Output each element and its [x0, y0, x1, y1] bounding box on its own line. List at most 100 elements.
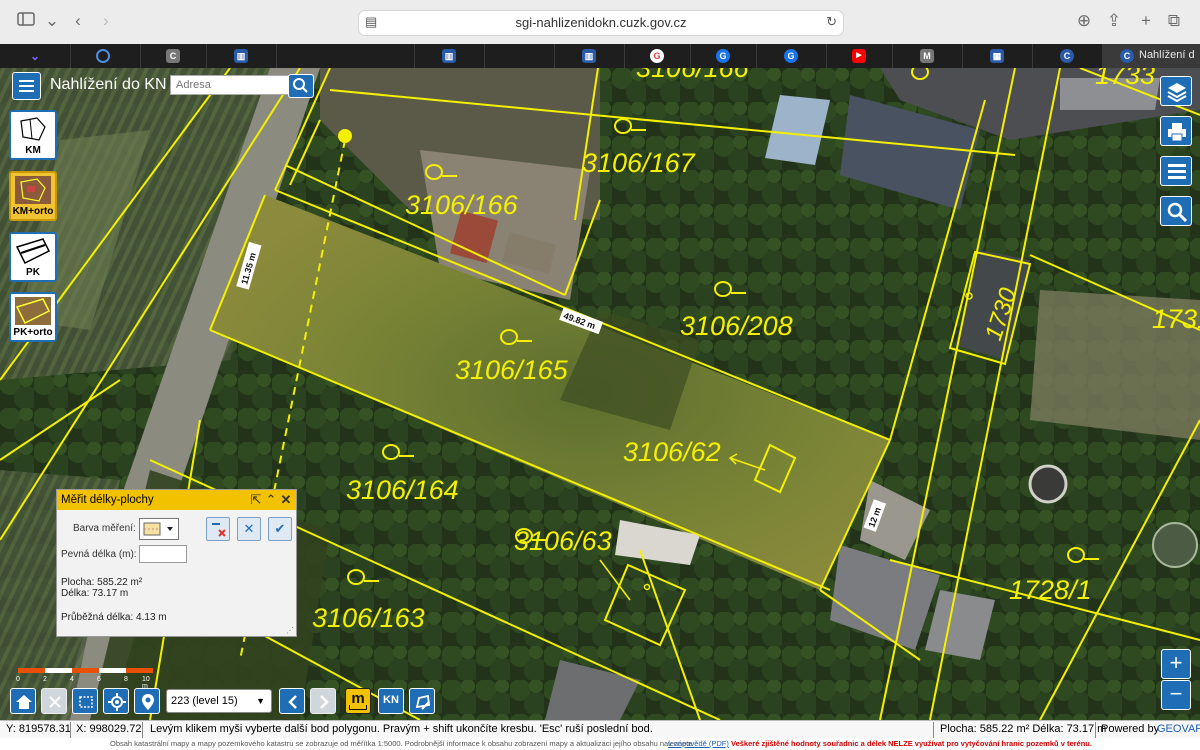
brand-link[interactable]: GEOVAP	[1157, 723, 1200, 735]
color-select[interactable]	[139, 518, 179, 540]
home-button[interactable]	[10, 688, 36, 714]
layer-km-button[interactable]: KM	[9, 110, 57, 160]
map-icon: ▦	[990, 49, 1004, 63]
layer-label: KM	[25, 145, 41, 156]
parcel-label: 3106/62	[623, 437, 721, 467]
close-icon[interactable]: ✕	[279, 492, 293, 508]
km-orto-thumbnail-icon	[15, 176, 51, 204]
search-icon	[1167, 202, 1188, 223]
draw-polygon-icon	[415, 694, 430, 710]
tab[interactable]	[70, 44, 141, 68]
layer-pk-button[interactable]: PK	[9, 232, 57, 282]
parcel-label: 3106/63	[514, 526, 612, 556]
search-button[interactable]	[288, 74, 314, 98]
tab[interactable]: C	[1032, 44, 1103, 68]
coord-x: X: 998029.72	[76, 723, 142, 735]
print-button[interactable]	[1160, 116, 1192, 146]
parcel-label: 3106/167	[582, 148, 696, 178]
zoom-out-button[interactable]: −	[1161, 680, 1191, 710]
measure-panel: Měřit délky-plochy ⇱ ⌃ ✕ Barva měření: ✕…	[56, 489, 297, 637]
layer-km-orto-button[interactable]: KM+orto	[9, 171, 57, 221]
layer-label: PK+orto	[13, 327, 53, 338]
previous-view-button[interactable]	[279, 688, 305, 714]
parcel-label: 3106/165	[455, 355, 569, 385]
tab[interactable]	[484, 44, 555, 68]
new-tab-icon[interactable]: +	[1134, 10, 1158, 32]
collapse-icon[interactable]: ⌃	[264, 492, 278, 508]
chevron-right-icon	[320, 695, 329, 709]
tab[interactable]: ▥	[206, 44, 277, 68]
zoom-in-button[interactable]: +	[1161, 649, 1191, 679]
next-view-button[interactable]	[310, 688, 336, 714]
sidebar-toggle-icon[interactable]	[14, 10, 38, 32]
g-icon: G	[716, 49, 730, 63]
area-result: Plocha: 585.22 m²	[61, 577, 143, 588]
tab[interactable]: G	[756, 44, 827, 68]
zoom-box-button[interactable]	[72, 688, 98, 714]
pk-orto-thumbnail-icon	[15, 297, 51, 325]
kn-icon: KN	[383, 694, 399, 706]
status-bar: Y: 819578.31 X: 998029.72 Levým klikem m…	[0, 720, 1200, 739]
reload-icon[interactable]: ↻	[826, 14, 837, 30]
tab[interactable]: ▥	[414, 44, 485, 68]
tab[interactable]: ⌄	[0, 44, 71, 68]
erase-icon	[212, 523, 226, 537]
forward-icon[interactable]: ›	[94, 10, 118, 32]
tab-active[interactable]: C Nahlížení d	[1102, 44, 1200, 68]
print-icon	[1168, 123, 1186, 142]
marker-button[interactable]	[134, 688, 160, 714]
cancel-button[interactable]: ✕	[237, 517, 261, 541]
parcel-label: 3106/163	[312, 603, 425, 633]
locate-icon	[108, 693, 126, 711]
close-icon	[49, 696, 61, 708]
tab[interactable]	[276, 44, 415, 68]
address-bar[interactable]: ▤ sgi-nahlizenidokn.cuzk.gov.cz ↻	[358, 10, 844, 36]
fixed-length-input[interactable]	[139, 545, 187, 563]
m-icon: M	[920, 49, 934, 63]
km-thumbnail-icon	[15, 115, 51, 143]
kn-button[interactable]: KN	[378, 688, 404, 714]
scale-tick: 2	[43, 676, 47, 683]
layer-label: PK	[26, 267, 40, 278]
help-link[interactable]: v nápovědě (PDF)	[668, 739, 729, 748]
resize-handle-icon[interactable]: ⋰	[286, 626, 294, 635]
home-icon	[16, 695, 32, 709]
download-icon[interactable]: ⊕	[1072, 10, 1096, 32]
panel-title: Měřit délky-plochy	[61, 494, 154, 506]
app-title: Nahlížení do KN	[50, 76, 167, 93]
draw-button[interactable]	[409, 688, 435, 714]
back-icon[interactable]: ‹	[66, 10, 90, 32]
locate-button[interactable]	[103, 688, 129, 714]
measure-button[interactable]: m	[345, 688, 371, 714]
layer-pk-orto-button[interactable]: PK+orto	[9, 292, 57, 342]
length-result: Délka: 73.17 m	[61, 588, 129, 599]
c-icon: C	[166, 49, 180, 63]
parcel-label: 1728/1	[1009, 575, 1092, 605]
address-search-input[interactable]	[170, 75, 289, 95]
zoom-level-select[interactable]: 223 (level 15) ▼	[166, 689, 272, 713]
confirm-button[interactable]: ✔	[268, 517, 292, 541]
tab-overview-icon[interactable]: ⧉	[1162, 10, 1186, 32]
find-button[interactable]	[1160, 196, 1192, 226]
tab[interactable]: G	[690, 44, 757, 68]
layers-icon	[1167, 83, 1187, 103]
tab[interactable]: G	[624, 44, 691, 68]
clear-button[interactable]	[41, 688, 67, 714]
tab[interactable]: M	[892, 44, 963, 68]
tab[interactable]: C	[140, 44, 207, 68]
layer-label: KM+orto	[12, 206, 54, 217]
tab[interactable]: ▶	[826, 44, 893, 68]
menu-button[interactable]	[12, 72, 41, 100]
share-icon[interactable]: ⇪	[1102, 10, 1126, 32]
coord-y: Y: 819578.31	[6, 723, 71, 735]
scale-tick: 6	[97, 676, 101, 683]
scale-tick: 4	[70, 676, 74, 683]
tab[interactable]: ▥	[554, 44, 625, 68]
erase-button[interactable]	[206, 517, 230, 541]
legend-button[interactable]	[1160, 156, 1192, 186]
tab[interactable]: ▦	[962, 44, 1033, 68]
chevron-down-icon: ▼	[256, 696, 265, 706]
layers-button[interactable]	[1160, 76, 1192, 106]
popout-icon[interactable]: ⇱	[249, 492, 263, 508]
chevron-down-icon[interactable]: ⌄	[40, 10, 64, 32]
